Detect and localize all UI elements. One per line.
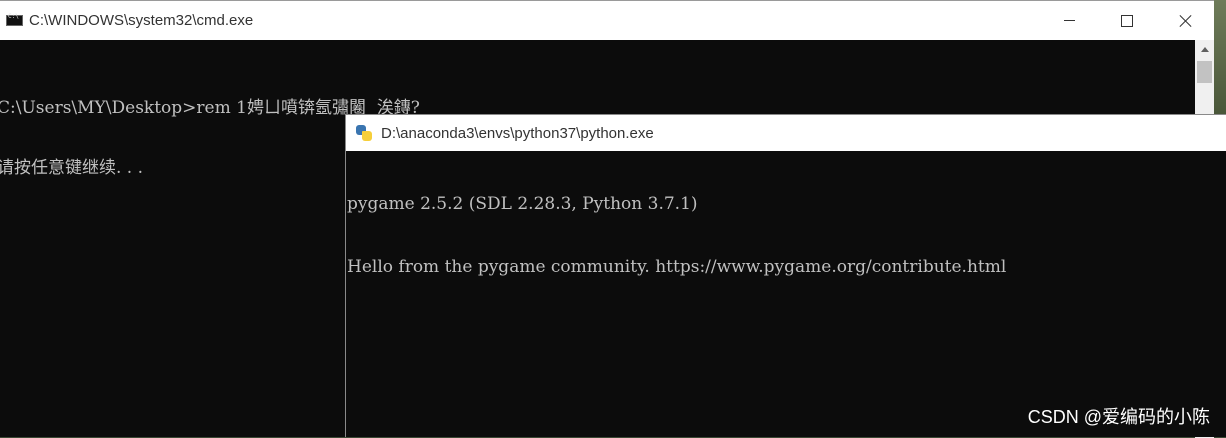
cmd-console-icon (6, 13, 23, 26)
python-icon (356, 125, 372, 141)
console-line: Hello from the pygame community. https:/… (347, 257, 1007, 277)
close-icon (1179, 14, 1192, 27)
console-line: pygame 2.5.2 (SDL 2.28.3, Python 3.7.1) (347, 194, 698, 214)
close-button[interactable] (1156, 1, 1214, 40)
cmd-window-title: C:\WINDOWS\system32\cmd.exe (29, 12, 254, 29)
minimize-button[interactable] (1040, 1, 1098, 40)
cmd-titlebar[interactable]: C:\WINDOWS\system32\cmd.exe (0, 1, 1214, 40)
maximize-icon (1121, 14, 1133, 27)
scroll-up-arrow-icon[interactable] (1195, 40, 1214, 58)
maximize-button[interactable] (1098, 1, 1156, 40)
python-console-output[interactable]: pygame 2.5.2 (SDL 2.28.3, Python 3.7.1) … (347, 152, 1006, 320)
python-window[interactable]: D:\anaconda3\envs\python37\python.exe py… (345, 114, 1226, 437)
python-titlebar[interactable]: D:\anaconda3\envs\python37\python.exe (346, 115, 1226, 151)
minimize-icon (1063, 20, 1075, 21)
python-window-title: D:\anaconda3\envs\python37\python.exe (381, 124, 654, 142)
csdn-watermark: CSDN @爱编码的小陈 (1027, 407, 1210, 427)
scroll-thumb[interactable] (1197, 61, 1212, 83)
cmd-window-controls (1040, 1, 1214, 40)
